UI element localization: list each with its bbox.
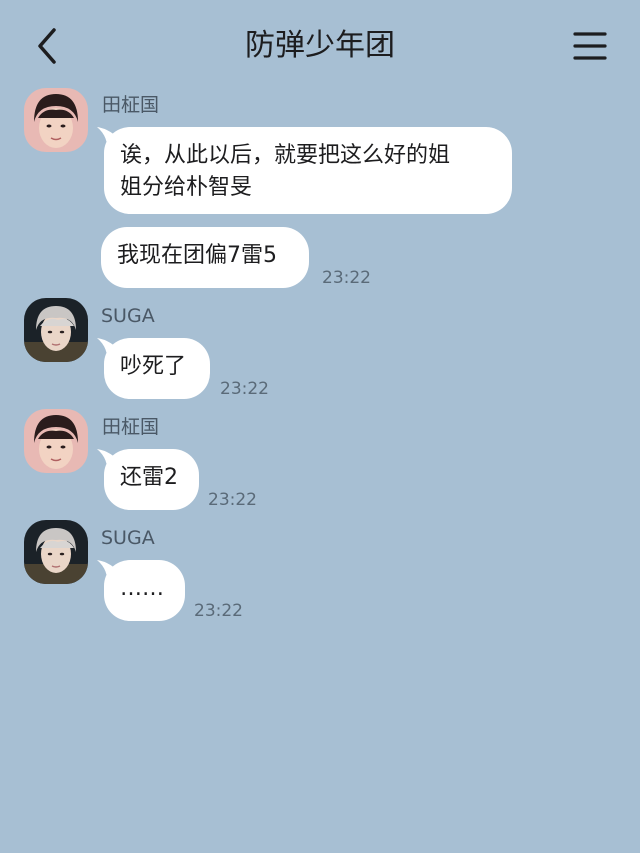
sender-name: SUGA — [101, 305, 155, 327]
chat-header: 防弹少年团 — [0, 0, 640, 90]
chat-title: 防弹少年团 — [245, 28, 395, 63]
hamburger-menu-icon[interactable] — [568, 28, 612, 64]
message-time: 23:22 — [322, 268, 371, 288]
message-time: 23:22 — [208, 490, 257, 510]
sender-name: 田柾国 — [102, 416, 160, 438]
message-text-line: 诶，从此以后，就要把这么好的姐 — [120, 143, 451, 168]
message-bubble[interactable]: 吵死了 — [97, 338, 210, 399]
avatar[interactable] — [24, 409, 88, 473]
avatar[interactable] — [24, 520, 88, 584]
message-bubble[interactable]: 我现在团偏7雷5 — [101, 227, 309, 288]
message-time: 23:22 — [220, 379, 269, 399]
avatar[interactable] — [24, 88, 88, 152]
message-bubble[interactable]: 诶，从此以后，就要把这么好的姐 姐分给朴智旻 — [97, 127, 512, 214]
message-text-line: 姐分给朴智旻 — [120, 175, 253, 200]
message-text: 还雷2 — [120, 465, 178, 490]
message-text: 我现在团偏7雷5 — [117, 243, 277, 268]
message-time: 23:22 — [194, 601, 243, 621]
message-text: 吵死了 — [120, 354, 187, 379]
message-bubble[interactable]: 还雷2 — [97, 449, 199, 510]
avatar[interactable] — [24, 298, 88, 362]
sender-name: 田柾国 — [102, 94, 160, 116]
message-text: …… — [120, 576, 164, 601]
sender-name: SUGA — [101, 527, 155, 549]
message-bubble[interactable]: …… — [97, 560, 185, 621]
